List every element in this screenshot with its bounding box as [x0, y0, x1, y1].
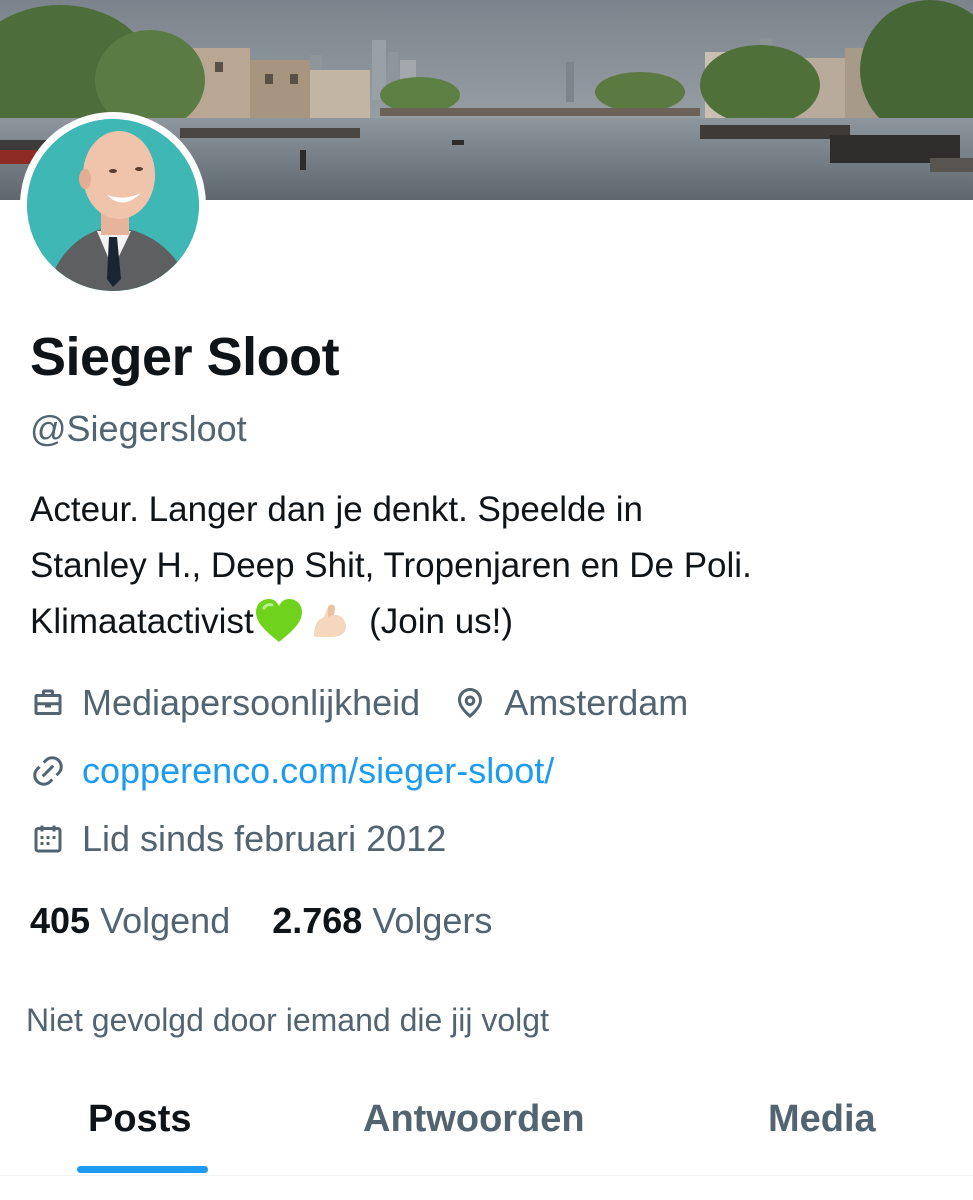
bio-text: Klimaatactivist: [30, 602, 254, 641]
tab-posts[interactable]: Posts: [88, 1098, 191, 1141]
followers-count: 2.768: [272, 900, 363, 941]
followers-label: Volgers: [372, 900, 493, 941]
bio-line: Acteur. Langer dan je denkt. Speelde in: [30, 490, 643, 529]
active-tab-indicator: [77, 1166, 208, 1173]
category-label: Mediapersoonlijkheid: [82, 682, 421, 723]
briefcase-icon: [34, 689, 62, 715]
website-link[interactable]: copperenco.com/sieger-sloot/: [82, 750, 554, 792]
calendar-icon: [34, 825, 62, 853]
green-heart-emoji-icon: [255, 598, 302, 642]
profile-tabs: Posts Antwoorden Media: [0, 1090, 973, 1176]
tab-antwoorden[interactable]: Antwoorden: [363, 1098, 585, 1141]
profile-location: Amsterdam: [452, 682, 688, 724]
profile-joined-row: Lid sinds februari 2012: [30, 816, 446, 862]
profile-bio: Acteur. Langer dan je denkt. Speelde in …: [30, 482, 950, 650]
avatar-photo: [27, 119, 199, 291]
follow-stats: 405 Volgend 2.768 Volgers: [30, 896, 492, 946]
avatar[interactable]: [27, 119, 199, 291]
profile-meta-row: Mediapersoonlijkheid Amsterdam: [30, 680, 688, 726]
joined-date: Lid sinds februari 2012: [82, 818, 447, 859]
tab-media[interactable]: Media: [768, 1098, 876, 1141]
followed-by-notice: Niet gevolgd door iemand die jij volgt: [26, 1002, 549, 1038]
following-label: Volgend: [100, 900, 231, 941]
location-label: Amsterdam: [504, 682, 689, 723]
bio-line: Stanley H., Deep Shit, Tropenjaren en De…: [30, 546, 752, 585]
tabs-divider: [0, 1175, 973, 1176]
bio-text: (Join us!): [369, 602, 514, 641]
following-link[interactable]: 405 Volgend: [30, 900, 230, 942]
following-count: 405: [30, 900, 91, 941]
link-icon: [33, 756, 63, 786]
user-handle: @Siegersloot: [30, 408, 247, 449]
followers-link[interactable]: 2.768 Volgers: [272, 900, 492, 942]
display-name: Sieger Sloot: [30, 327, 340, 387]
bio-line-3: Klimaatactivist (Join us!): [30, 594, 950, 650]
location-pin-icon: [458, 688, 483, 718]
profile-category: Mediapersoonlijkheid: [30, 682, 420, 724]
flexed-biceps-emoji-icon: [313, 604, 346, 637]
profile-website-row: copperenco.com/sieger-sloot/: [30, 748, 554, 794]
